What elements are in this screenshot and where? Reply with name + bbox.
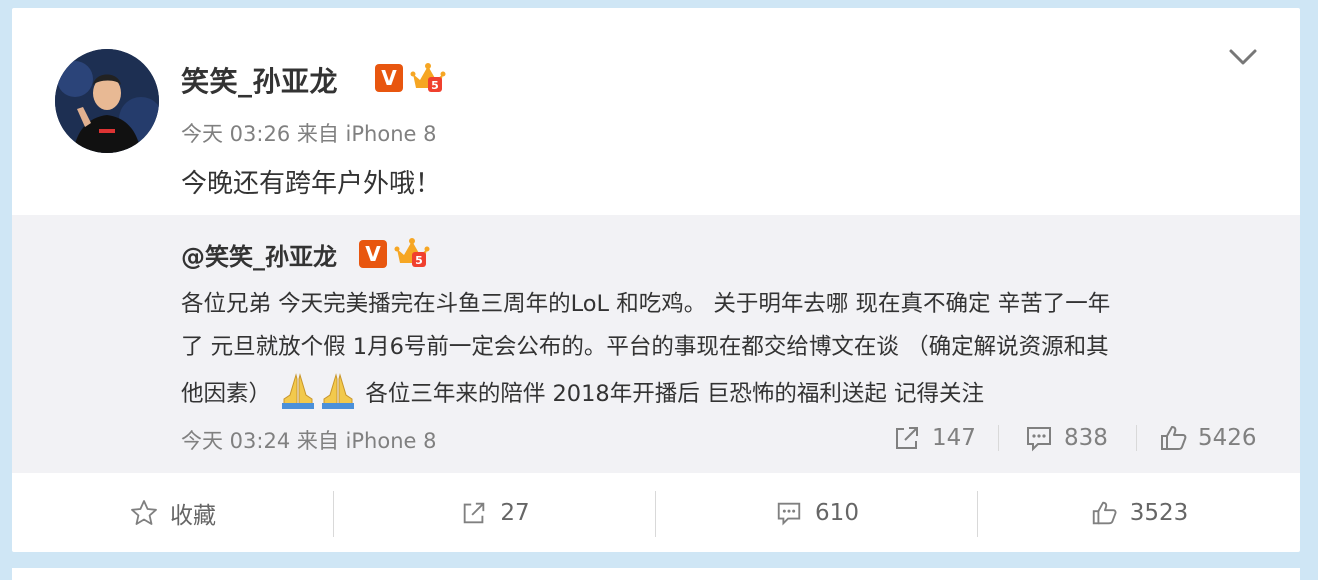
post-time-source[interactable]: 今天 03:26 来自 iPhone 8 bbox=[181, 118, 436, 148]
crown-level-icon: 5 bbox=[410, 63, 446, 92]
repost-body-line: 各位兄弟 今天完美播完在斗鱼三周年的LoL 和吃鸡。 关于明年去哪 现在真不确定… bbox=[181, 291, 1111, 317]
repost-repost-count[interactable]: 147 bbox=[892, 421, 976, 455]
repost-like-count[interactable]: 5426 bbox=[1158, 421, 1257, 455]
praying-hands-icon bbox=[322, 373, 355, 409]
repost-comment-count-value: 838 bbox=[1064, 425, 1108, 451]
repost-repost-count-value: 147 bbox=[932, 425, 976, 451]
svg-text:5: 5 bbox=[431, 79, 439, 92]
repost-body: 各位兄弟 今天完美播完在斗鱼三周年的LoL 和吃鸡。 关于明年去哪 现在真不确定… bbox=[181, 283, 1271, 416]
author-name[interactable]: 笑笑_孙亚龙 bbox=[181, 60, 338, 100]
comment-icon bbox=[777, 502, 801, 526]
repost-button[interactable]: 27 bbox=[334, 473, 656, 552]
post-text: 今晚还有跨年户外哦！ bbox=[181, 169, 442, 199]
comment-count: 610 bbox=[815, 499, 859, 526]
comment-button[interactable]: 610 bbox=[656, 473, 978, 552]
action-bar: 收藏 27 610 3523 bbox=[12, 473, 1300, 552]
repost-body-text: 他因素） bbox=[181, 381, 272, 407]
thumbs-up-icon bbox=[1161, 426, 1187, 450]
favorite-button[interactable]: 收藏 bbox=[12, 473, 334, 552]
repost-comment-count[interactable]: 838 bbox=[1024, 421, 1108, 455]
verified-badge-icon: V bbox=[375, 64, 403, 92]
repost-body-line: 了 元旦就放个假 1月6号前一定会公布的。平台的事现在都交给博文在谈 （确定解说… bbox=[181, 334, 1109, 360]
next-card-edge bbox=[12, 568, 1300, 580]
repost-author-name[interactable]: @笑笑_孙亚龙 bbox=[181, 237, 337, 272]
repost-count: 27 bbox=[500, 499, 530, 526]
weibo-post-card: 笑笑_孙亚龙 V 5 今天 03:26 来自 iPhone 8 今晚还有跨年户外… bbox=[12, 8, 1300, 552]
repost-time-source[interactable]: 今天 03:24 来自 iPhone 8 bbox=[181, 425, 436, 455]
comment-icon bbox=[1027, 427, 1051, 452]
share-icon bbox=[896, 427, 918, 449]
like-count: 3523 bbox=[1129, 499, 1189, 526]
crown-level-icon: 5 bbox=[394, 238, 430, 267]
verified-badge-icon: V bbox=[359, 240, 387, 268]
thumbs-up-icon bbox=[1092, 501, 1117, 524]
share-icon bbox=[464, 502, 485, 523]
svg-text:5: 5 bbox=[415, 254, 423, 267]
chevron-down-icon[interactable] bbox=[1228, 46, 1258, 68]
repost-like-count-value: 5426 bbox=[1198, 425, 1257, 451]
avatar[interactable] bbox=[55, 49, 159, 153]
reposted-content[interactable]: @笑笑_孙亚龙 V 5 各位兄弟 今天完美播完在斗鱼三周年的LoL 和吃鸡。 关… bbox=[12, 215, 1300, 473]
like-button[interactable]: 3523 bbox=[978, 473, 1300, 552]
repost-body-line: 他因素） 各位三年来的陪伴 2018年开播后 巨恐怖的福利送起 记得关注 bbox=[181, 369, 1271, 416]
favorite-label: 收藏 bbox=[170, 502, 216, 529]
praying-hands-icon bbox=[282, 373, 315, 409]
divider bbox=[998, 425, 999, 451]
star-icon bbox=[131, 499, 157, 525]
divider bbox=[1136, 425, 1137, 451]
repost-body-text: 各位三年来的陪伴 2018年开播后 巨恐怖的福利送起 记得关注 bbox=[365, 381, 985, 407]
